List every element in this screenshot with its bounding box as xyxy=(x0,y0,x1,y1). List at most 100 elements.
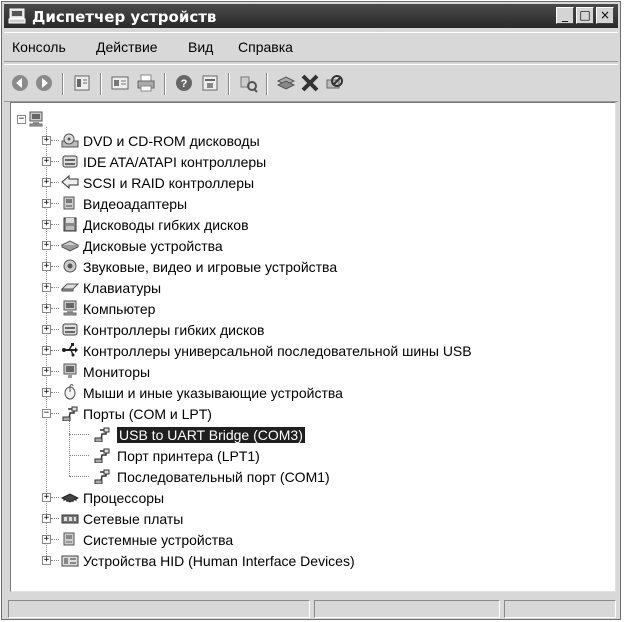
tree-device-label: Последовательный порт (COM1) xyxy=(117,469,330,485)
tree-device[interactable]: Последовательный порт (COM1) xyxy=(11,468,615,488)
expand-toggle[interactable]: + xyxy=(42,325,51,334)
window-title: Диспетчер устройств xyxy=(32,8,217,26)
menu-console[interactable]: Консоль xyxy=(12,39,66,55)
print-icon[interactable] xyxy=(136,73,156,93)
expand-toggle[interactable]: + xyxy=(42,535,51,544)
expand-toggle[interactable]: + xyxy=(42,346,51,355)
sound-icon xyxy=(61,258,79,274)
hid-icon xyxy=(61,552,79,568)
expand-toggle[interactable]: + xyxy=(42,178,51,187)
expand-toggle[interactable]: + xyxy=(42,262,51,271)
expand-toggle[interactable]: + xyxy=(42,367,51,376)
system-device-icon xyxy=(61,531,79,547)
tree-category[interactable]: + Видеоадаптеры xyxy=(11,195,615,215)
cdrom-icon xyxy=(61,132,79,148)
expand-toggle[interactable]: + xyxy=(42,514,51,523)
expand-toggle[interactable]: + xyxy=(42,493,51,502)
expand-toggle[interactable]: + xyxy=(42,157,51,166)
help-icon[interactable]: ? xyxy=(174,73,194,93)
tree-category-label: Контроллеры гибких дисков xyxy=(83,322,265,338)
usb-icon xyxy=(61,342,79,358)
tree-category[interactable]: + Сетевые платы xyxy=(11,510,615,530)
tree-category[interactable]: + Устройства HID (Human Interface Devices… xyxy=(11,552,615,572)
collapse-toggle[interactable]: − xyxy=(42,409,51,418)
device-manager-window: Диспетчер устройств _ □ × Консоль Действ… xyxy=(1,1,621,620)
tree-category[interactable]: + Дисководы гибких дисков xyxy=(11,216,615,236)
tree-category[interactable]: + Процессоры xyxy=(11,489,615,509)
expand-toggle[interactable]: + xyxy=(42,388,51,397)
svg-text:?: ? xyxy=(181,78,188,90)
menu-view[interactable]: Вид xyxy=(188,39,213,55)
tree-connector xyxy=(69,421,70,476)
tree-connector xyxy=(51,203,59,204)
back-icon[interactable] xyxy=(10,73,30,93)
processor-icon xyxy=(60,489,80,505)
forward-icon[interactable] xyxy=(34,73,54,93)
tree-category[interactable]: + Мониторы xyxy=(11,363,615,383)
tree-category-label: Компьютер xyxy=(83,301,156,317)
tree-category[interactable]: + Контроллеры гибких дисков xyxy=(11,321,615,341)
tree-category[interactable]: − Порты (COM и LPT) xyxy=(11,405,615,425)
tree-category[interactable]: + Клавиатуры xyxy=(11,279,615,299)
close-button[interactable]: × xyxy=(596,7,614,24)
tree-connector xyxy=(69,455,89,456)
title-bar[interactable]: Диспетчер устройств _ □ × xyxy=(4,4,618,28)
tree-category-label: Клавиатуры xyxy=(83,280,162,296)
tree-device[interactable]: Порт принтера (LPT1) xyxy=(11,447,615,467)
status-bar xyxy=(4,598,618,620)
tree-category-label: DVD и CD-ROM дисководы xyxy=(83,133,260,149)
tree-connector xyxy=(51,518,59,519)
tree-category[interactable]: + Дисковые устройства xyxy=(11,237,615,257)
update-driver-icon[interactable] xyxy=(276,73,296,93)
scan-icon[interactable] xyxy=(238,73,258,93)
maximize-button[interactable]: □ xyxy=(576,7,594,24)
collapse-toggle[interactable]: − xyxy=(17,115,26,124)
tree-category-label: Видеоадаптеры xyxy=(83,196,188,212)
tree-device[interactable]: USB to UART Bridge (COM3) xyxy=(11,426,615,446)
status-panel-main xyxy=(8,600,310,618)
tree-category[interactable]: + Контроллеры универсальной последователь… xyxy=(11,342,615,362)
disable-icon[interactable] xyxy=(324,73,344,93)
toolbar: ? xyxy=(4,64,618,102)
expand-toggle[interactable]: + xyxy=(42,556,51,565)
tree-connector xyxy=(69,434,89,435)
expand-toggle[interactable]: + xyxy=(42,199,51,208)
uninstall-icon[interactable] xyxy=(300,73,320,93)
port-icon xyxy=(61,405,79,422)
tree-category[interactable]: + DVD и CD-ROM дисководы xyxy=(11,132,615,152)
tree-category[interactable]: + IDE ATA/ATAPI контроллеры xyxy=(11,153,615,173)
toolbar-separator xyxy=(228,73,230,95)
tree-category[interactable]: + Звуковые, видео и игровые устройства xyxy=(11,258,615,278)
tree-category[interactable]: + Мыши и иные указывающие устройства xyxy=(11,384,615,404)
tree-connector xyxy=(51,245,59,246)
menu-action[interactable]: Действие xyxy=(96,39,158,55)
expand-toggle[interactable]: + xyxy=(42,283,51,292)
device-tree[interactable]: − + DVD и CD-ROM дисководы + IDE ATA/ATAPI к… xyxy=(10,102,616,592)
expand-toggle[interactable]: + xyxy=(42,304,51,313)
tree-device-label: USB to UART Bridge (COM3) xyxy=(117,427,305,443)
tree-category-label: Системные устройства xyxy=(83,532,234,548)
tree-category[interactable]: + SCSI и RAID контроллеры xyxy=(11,174,615,194)
tree-connector xyxy=(51,308,59,309)
tree-connector xyxy=(69,476,89,477)
display-adapter-icon xyxy=(61,195,79,211)
toolbar-separator xyxy=(266,73,268,95)
properties-icon[interactable] xyxy=(72,73,92,93)
tree-category[interactable]: + Компьютер xyxy=(11,300,615,320)
expand-toggle[interactable]: + xyxy=(42,136,51,145)
menu-bar: Консоль Действие Вид Справка xyxy=(4,32,618,62)
expand-toggle[interactable]: + xyxy=(42,241,51,250)
tree-connector xyxy=(51,560,59,561)
minimize-button[interactable]: _ xyxy=(556,7,574,24)
tree-connector xyxy=(51,329,59,330)
port-icon xyxy=(93,426,111,443)
tree-connector xyxy=(51,224,59,225)
view-icon[interactable] xyxy=(110,73,130,93)
tree-category-label: SCSI и RAID контроллеры xyxy=(83,175,255,191)
floppy-controller-icon xyxy=(61,321,79,337)
menu-help[interactable]: Справка xyxy=(238,39,293,55)
tree-category[interactable]: + Системные устройства xyxy=(11,531,615,551)
export-icon[interactable] xyxy=(200,73,220,93)
expand-toggle[interactable]: + xyxy=(42,220,51,229)
tree-category-label: Дисковые устройства xyxy=(83,238,223,254)
